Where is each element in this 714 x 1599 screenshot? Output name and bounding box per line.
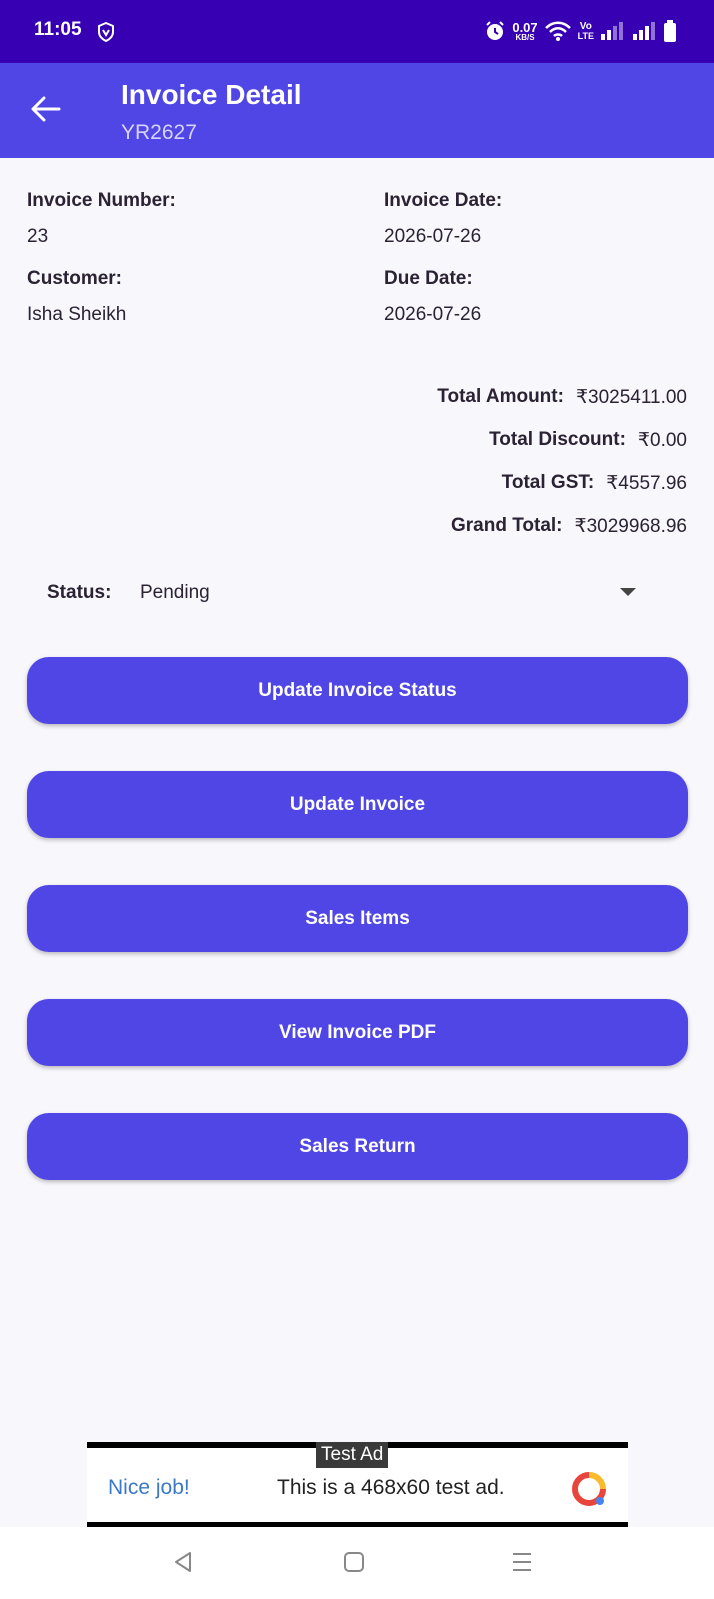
square-home-icon: [344, 1552, 364, 1572]
menu-lines-icon: [513, 1553, 531, 1571]
view-invoice-pdf-button[interactable]: View Invoice PDF: [27, 999, 688, 1066]
nav-back-button[interactable]: [165, 1547, 201, 1577]
customer-value: Isha Sheikh: [27, 304, 127, 325]
ad-body-text: This is a 468x60 test ad.: [277, 1476, 505, 1499]
invoice-date-label: Invoice Date:: [384, 190, 503, 211]
volte-indicator: Vo LTE: [577, 20, 594, 41]
network-speed: 0.07 KB/S: [512, 21, 537, 42]
nav-home-button[interactable]: [336, 1547, 372, 1577]
total-gst-row: Total GST: ₹4557.96: [502, 472, 687, 495]
status-dropdown[interactable]: Pending: [128, 570, 648, 616]
total-gst-label: Total GST:: [501, 472, 595, 493]
screen: 11:05 0.07 KB/S Vo LTE Invoice Detail YR…: [0, 0, 714, 1599]
total-discount-value: ₹0.00: [637, 430, 687, 451]
arrow-left-icon: [31, 96, 61, 122]
total-discount-label: Total Discount:: [489, 429, 626, 450]
vpn-shield-icon: [98, 22, 114, 42]
status-label: Status:: [47, 582, 112, 603]
signal-1-icon: [601, 22, 623, 40]
update-invoice-status-button[interactable]: Update Invoice Status: [27, 657, 688, 724]
network-speed-value: 0.07: [512, 19, 538, 35]
invoice-number-value: 23: [27, 226, 49, 247]
triangle-back-icon: [175, 1552, 191, 1572]
sales-items-button[interactable]: Sales Items: [27, 885, 688, 952]
system-nav-bar: [0, 1527, 714, 1599]
volte-bottom: LTE: [577, 30, 594, 41]
status-dropdown-value: Pending: [140, 582, 210, 603]
battery-icon: [664, 20, 676, 42]
total-amount-row: Total Amount: ₹3025411.00: [437, 386, 687, 409]
nav-recents-button[interactable]: [504, 1547, 540, 1577]
customer-label: Customer:: [27, 268, 123, 289]
back-button[interactable]: [22, 85, 70, 133]
status-time: 11:05: [34, 19, 82, 40]
ad-banner[interactable]: Test Ad Nice job! This is a 468x60 test …: [87, 1442, 628, 1528]
page-subtitle: YR2627: [121, 121, 197, 144]
due-date-label: Due Date:: [384, 268, 473, 289]
ad-logo-icon: [572, 1472, 606, 1506]
page-title: Invoice Detail: [121, 79, 302, 110]
total-amount-label: Total Amount:: [437, 386, 564, 407]
grand-total-label: Grand Total:: [450, 515, 563, 536]
sales-return-button[interactable]: Sales Return: [27, 1113, 688, 1180]
total-discount-row: Total Discount: ₹0.00: [489, 429, 687, 452]
status-icons: 0.07 KB/S Vo LTE: [484, 16, 676, 46]
signal-2-icon: [633, 22, 655, 40]
chevron-down-icon: [620, 588, 636, 596]
invoice-date-value: 2026-07-26: [384, 226, 482, 247]
volte-top: Vo: [579, 20, 592, 32]
update-invoice-button[interactable]: Update Invoice: [27, 771, 688, 838]
grand-total-row: Grand Total: ₹3029968.96: [451, 515, 687, 538]
due-date-value: 2026-07-26: [384, 304, 482, 325]
wifi-icon: [544, 21, 571, 41]
invoice-number-label: Invoice Number:: [27, 190, 176, 211]
app-bar: Invoice Detail YR2627: [0, 63, 714, 158]
total-gst-value: ₹4557.96: [606, 473, 687, 494]
ad-tag: Test Ad: [316, 1442, 389, 1468]
total-amount-value: ₹3025411.00: [575, 387, 687, 408]
status-bar: 11:05 0.07 KB/S Vo LTE: [0, 0, 714, 63]
alarm-icon: [486, 21, 505, 40]
network-speed-unit: KB/S: [515, 32, 535, 42]
ad-nice-text: Nice job!: [108, 1476, 190, 1499]
grand-total-value: ₹3029968.96: [574, 516, 687, 537]
